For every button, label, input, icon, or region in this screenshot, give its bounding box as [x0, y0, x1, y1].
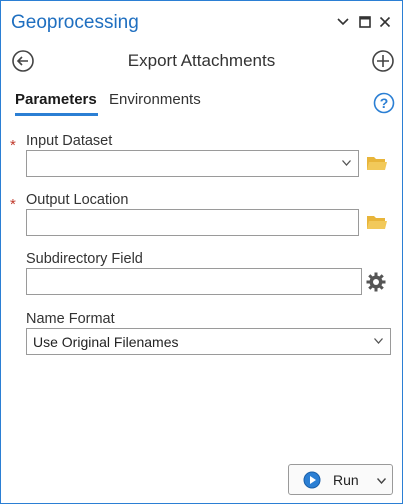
name-format-value: Use Original Filenames	[33, 334, 179, 350]
help-icon[interactable]: ?	[373, 92, 395, 114]
browse-folder-icon[interactable]	[366, 213, 388, 231]
close-icon[interactable]	[376, 11, 394, 33]
input-dataset-label: Input Dataset	[26, 133, 113, 149]
tab-environments[interactable]: Environments	[109, 91, 201, 108]
geoprocessing-pane: Geoprocessing Export Attachments Paramet…	[0, 0, 403, 504]
subdirectory-field-input[interactable]	[26, 268, 362, 295]
required-marker: *	[10, 137, 16, 154]
output-location-label: Output Location	[26, 192, 129, 208]
chevron-down-icon	[342, 160, 351, 166]
subdirectory-field-label: Subdirectory Field	[26, 251, 143, 267]
chevron-down-icon[interactable]	[334, 11, 352, 33]
tool-header: Export Attachments	[1, 45, 402, 77]
maximize-icon[interactable]	[356, 11, 374, 33]
chevron-down-icon[interactable]	[377, 478, 386, 484]
browse-folder-icon[interactable]	[366, 154, 388, 172]
pane-title: Geoprocessing	[11, 12, 139, 33]
add-icon[interactable]	[371, 49, 395, 73]
input-dataset-combo[interactable]	[26, 150, 359, 177]
name-format-combo[interactable]: Use Original Filenames	[26, 328, 391, 355]
run-label: Run	[333, 472, 359, 488]
name-format-label: Name Format	[26, 311, 115, 327]
active-tab-indicator	[15, 113, 98, 116]
gear-icon[interactable]	[365, 271, 387, 293]
svg-text:?: ?	[380, 95, 389, 111]
output-location-input[interactable]	[26, 209, 359, 236]
required-marker: *	[10, 196, 16, 213]
chevron-down-icon	[374, 338, 383, 344]
tab-parameters[interactable]: Parameters	[15, 91, 97, 108]
run-button[interactable]: Run	[288, 464, 393, 495]
play-icon	[303, 471, 321, 489]
tool-title: Export Attachments	[127, 51, 276, 70]
pane-title-bar: Geoprocessing	[1, 1, 402, 41]
